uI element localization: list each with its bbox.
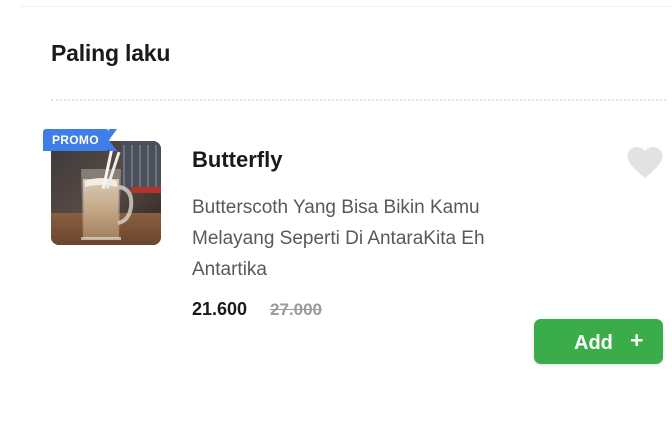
- product-price: 21.600: [192, 299, 248, 319]
- add-to-cart-button[interactable]: Add +: [534, 319, 663, 364]
- add-button-label: Add: [574, 332, 613, 354]
- product-image-container[interactable]: PROMO: [43, 129, 161, 245]
- product-name[interactable]: Butterfly: [192, 147, 282, 173]
- plus-icon: +: [630, 327, 644, 353]
- promo-badge: PROMO: [43, 129, 117, 151]
- product-image[interactable]: [51, 141, 161, 245]
- section-divider: [51, 99, 666, 101]
- section-title: Paling laku: [51, 40, 171, 66]
- product-original-price: 27.000: [270, 300, 322, 319]
- top-divider: [20, 6, 672, 7]
- product-description: Butterscoth Yang Bisa Bikin Kamu Melayan…: [192, 197, 485, 280]
- heart-icon[interactable]: [626, 144, 664, 180]
